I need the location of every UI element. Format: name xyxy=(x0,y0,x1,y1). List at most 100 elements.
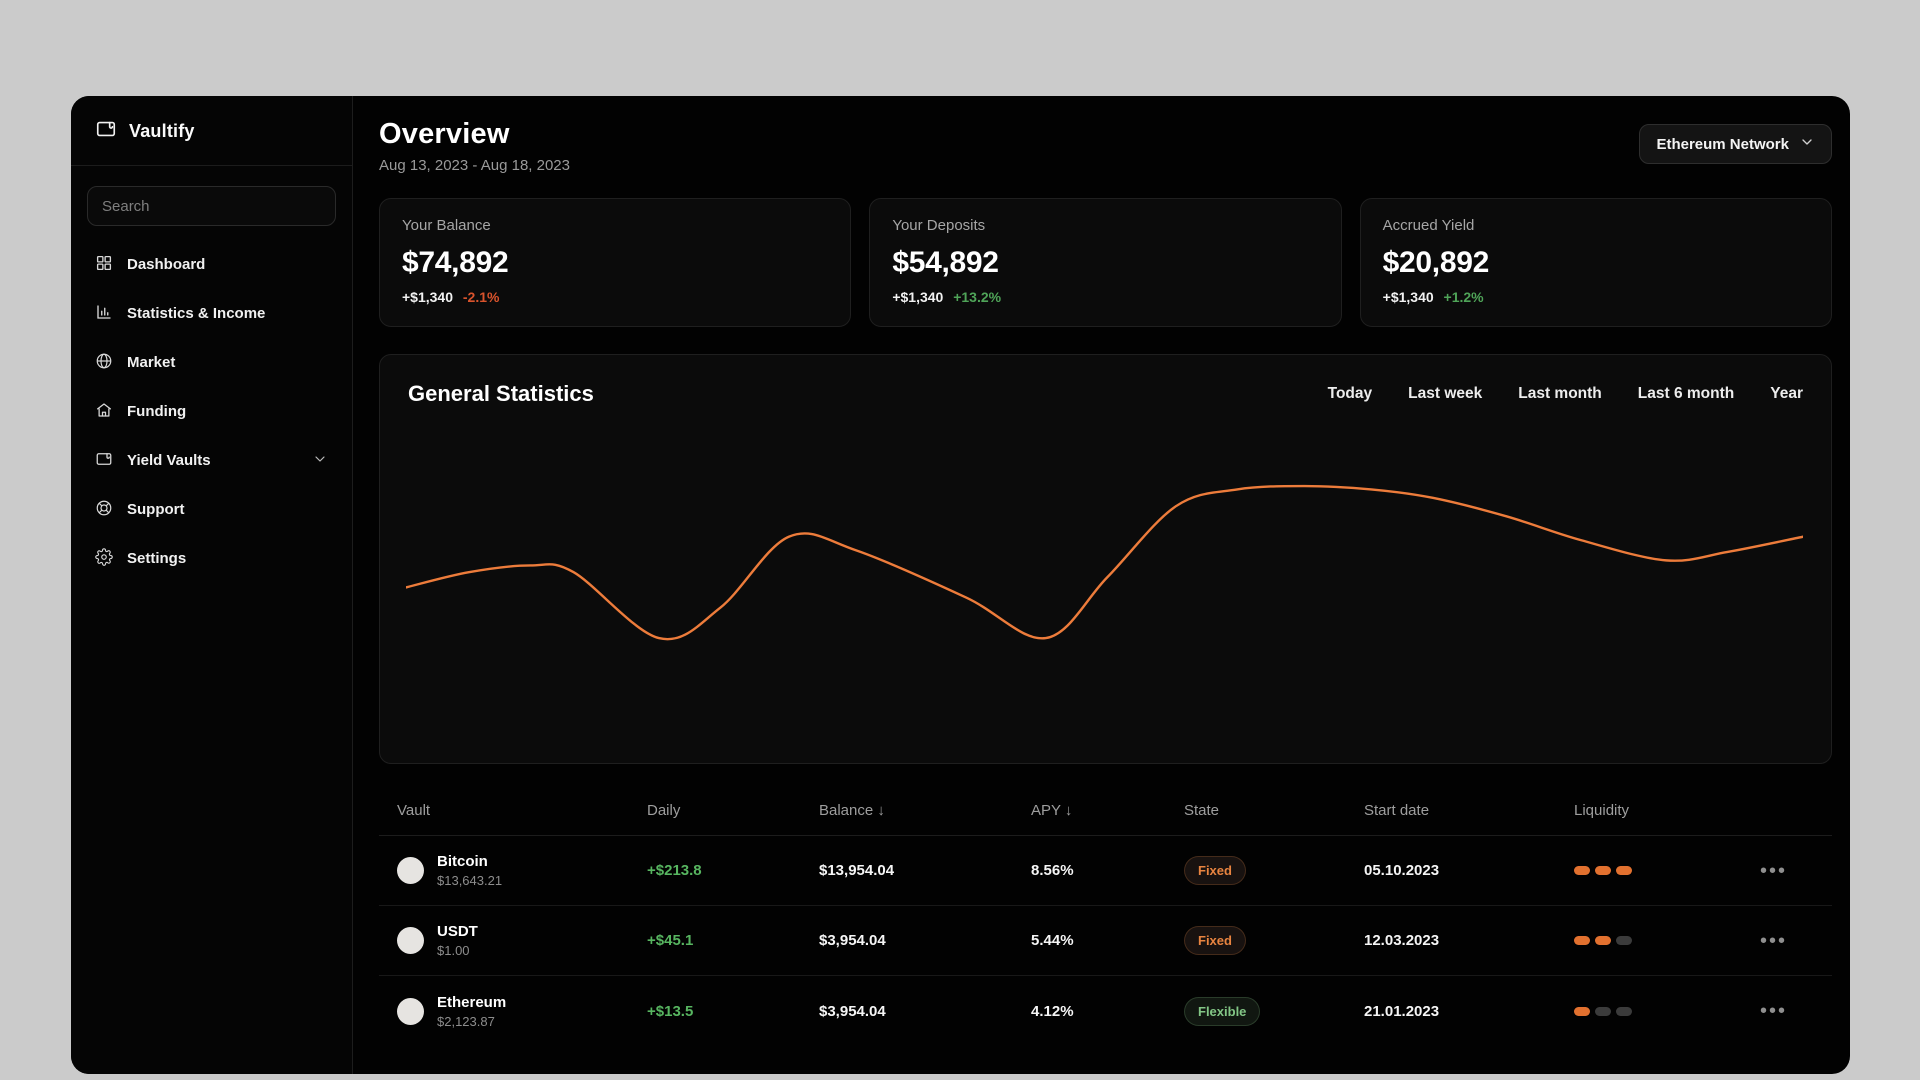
network-selector-button[interactable]: Ethereum Network xyxy=(1639,124,1832,164)
sidebar-item-settings[interactable]: Settings xyxy=(71,534,352,583)
sort-down-icon: ↓ xyxy=(1064,802,1073,819)
sidebar-item-dashboard[interactable]: Dashboard xyxy=(71,240,352,289)
stat-value: $54,892 xyxy=(892,246,999,279)
column-header-apy[interactable]: APY ↓ xyxy=(1031,802,1184,819)
row-actions-button[interactable]: ••• xyxy=(1760,931,1832,951)
statistics-line-chart xyxy=(406,461,1803,653)
stat-percent: +13.2% xyxy=(953,289,1002,305)
network-selector-label: Ethereum Network xyxy=(1656,135,1789,153)
liquidity-pill-active xyxy=(1595,866,1611,875)
row-actions-button[interactable]: ••• xyxy=(1760,1001,1832,1021)
main-content: Overview Aug 13, 2023 - Aug 18, 2023 Eth… xyxy=(354,96,1850,1074)
filter-last-month[interactable]: Last month xyxy=(1518,385,1602,403)
table-row-ethereum[interactable]: Ethereum $2,123.87 +$13.5 $3,954.04 4.12… xyxy=(379,976,1832,1046)
filter-today[interactable]: Today xyxy=(1328,385,1373,403)
coin-avatar xyxy=(397,857,424,884)
coin-price: $1.00 xyxy=(437,943,470,958)
balance-value: $3,954.04 xyxy=(819,1002,886,1020)
liquidity-pill-active xyxy=(1574,936,1590,945)
bar-chart-icon xyxy=(95,303,113,325)
column-header-daily[interactable]: Daily xyxy=(647,802,819,819)
filter-last-week[interactable]: Last week xyxy=(1408,385,1482,403)
life-buoy-icon xyxy=(95,499,113,521)
stat-delta: +$1,340 xyxy=(892,289,944,305)
balance-value: $3,954.04 xyxy=(819,932,886,949)
general-statistics-panel: General Statistics Today Last week Last … xyxy=(379,354,1832,764)
sidebar-item-support[interactable]: Support xyxy=(71,485,352,534)
daily-value: +$45.1 xyxy=(647,932,694,949)
coin-avatar xyxy=(397,927,424,954)
app-title: Vaultify xyxy=(129,121,195,141)
stat-label: Your Balance xyxy=(402,217,491,234)
filter-last-6-month[interactable]: Last 6 month xyxy=(1638,385,1734,403)
table-row-usdt[interactable]: USDT $1.00 +$45.1 $3,954.04 5.44% Fixed … xyxy=(379,906,1832,976)
state-badge: Fixed xyxy=(1184,856,1246,885)
stat-label: Accrued Yield xyxy=(1382,217,1475,234)
balance-value: $13,954.04 xyxy=(819,862,895,879)
apy-value: 4.12% xyxy=(1031,1002,1074,1020)
sidebar-item-yield-vaults[interactable]: Yield Vaults xyxy=(71,436,352,485)
coin-name: USDT xyxy=(437,923,478,940)
stat-percent: +1.2% xyxy=(1443,289,1484,305)
liquidity-pill-inactive xyxy=(1616,1006,1632,1016)
coin-price: $2,123.87 xyxy=(437,1013,495,1029)
liquidity-pill-active xyxy=(1595,936,1611,945)
stat-delta: +$1,340 xyxy=(402,289,453,305)
sidebar-item-funding[interactable]: Funding xyxy=(71,387,352,436)
sidebar-item-label: Settings xyxy=(127,550,187,567)
column-header-liquidity[interactable]: Liquidity xyxy=(1574,802,1760,819)
start-date-value: 12.03.2023 xyxy=(1364,932,1440,949)
row-actions-button[interactable]: ••• xyxy=(1760,861,1832,881)
liquidity-pill-active xyxy=(1574,1006,1590,1016)
stat-percent: -2.1% xyxy=(462,289,500,305)
sidebar: Vaultify Dashboard xyxy=(71,96,353,1074)
chevron-down-icon xyxy=(1799,134,1815,154)
sidebar-item-label: Market xyxy=(127,354,176,371)
sort-down-icon: ↓ xyxy=(877,802,885,819)
liquidity-pill-active xyxy=(1616,866,1632,875)
sidebar-item-label: Statistics & Income xyxy=(127,305,266,322)
search-input[interactable] xyxy=(102,197,321,215)
column-header-balance[interactable]: Balance ↓ xyxy=(819,802,1031,819)
table-row-bitcoin[interactable]: Bitcoin $13,643.21 +$213.8 $13,954.04 8.… xyxy=(379,836,1832,906)
search-box[interactable] xyxy=(87,186,336,226)
globe-icon xyxy=(95,352,113,374)
statistics-title: General Statistics xyxy=(408,381,594,406)
sidebar-item-market[interactable]: Market xyxy=(71,338,352,387)
liquidity-pill-inactive xyxy=(1616,936,1632,945)
stat-card-accrued-yield: Accrued Yield $20,892 +$1,340 +1.2% xyxy=(1359,198,1832,327)
coin-name: Bitcoin xyxy=(437,853,488,870)
sidebar-item-label: Yield Vaults xyxy=(127,452,211,469)
stat-cards-row: Your Balance $74,892 +$1,340 -2.1% Your … xyxy=(379,198,1832,327)
date-range: Aug 13, 2023 - Aug 18, 2023 xyxy=(379,157,570,174)
stat-card-balance: Your Balance $74,892 +$1,340 -2.1% xyxy=(379,198,852,327)
time-filters: Today Last week Last month Last 6 month … xyxy=(1328,385,1803,403)
stat-value: $20,892 xyxy=(1382,246,1490,279)
column-header-start-date[interactable]: Start date xyxy=(1364,802,1574,819)
liquidity-pill-inactive xyxy=(1595,1006,1611,1016)
start-date-value: 21.01.2023 xyxy=(1364,1002,1440,1020)
apy-value: 8.56% xyxy=(1031,862,1074,879)
coin-name: Ethereum xyxy=(437,993,507,1011)
filter-year[interactable]: Year xyxy=(1770,385,1803,403)
stat-delta: +$1,340 xyxy=(1382,289,1434,305)
sidebar-nav: Dashboard Statistics & Income Market Fun… xyxy=(71,240,352,583)
app-panel: Vaultify Dashboard xyxy=(71,96,1850,1074)
stat-card-deposits: Your Deposits $54,892 +$1,340 +13.2% xyxy=(869,198,1342,327)
gear-icon xyxy=(95,547,113,570)
stat-value: $74,892 xyxy=(402,246,509,279)
liquidity-indicator xyxy=(1574,866,1760,875)
liquidity-pill-active xyxy=(1574,866,1590,875)
page-title: Overview xyxy=(379,118,510,150)
coin-avatar xyxy=(397,997,424,1025)
stat-label: Your Deposits xyxy=(892,217,986,234)
state-badge: Fixed xyxy=(1184,926,1246,955)
column-header-vault[interactable]: Vault xyxy=(397,802,647,819)
column-header-state[interactable]: State xyxy=(1184,802,1364,819)
sidebar-item-statistics-income[interactable]: Statistics & Income xyxy=(71,289,352,338)
liquidity-indicator xyxy=(1574,936,1760,945)
daily-value: +$213.8 xyxy=(647,862,702,879)
chevron-down-icon[interactable] xyxy=(312,451,328,471)
page-header: Overview Aug 13, 2023 - Aug 18, 2023 Eth… xyxy=(379,118,1832,174)
sidebar-item-label: Dashboard xyxy=(127,256,206,273)
